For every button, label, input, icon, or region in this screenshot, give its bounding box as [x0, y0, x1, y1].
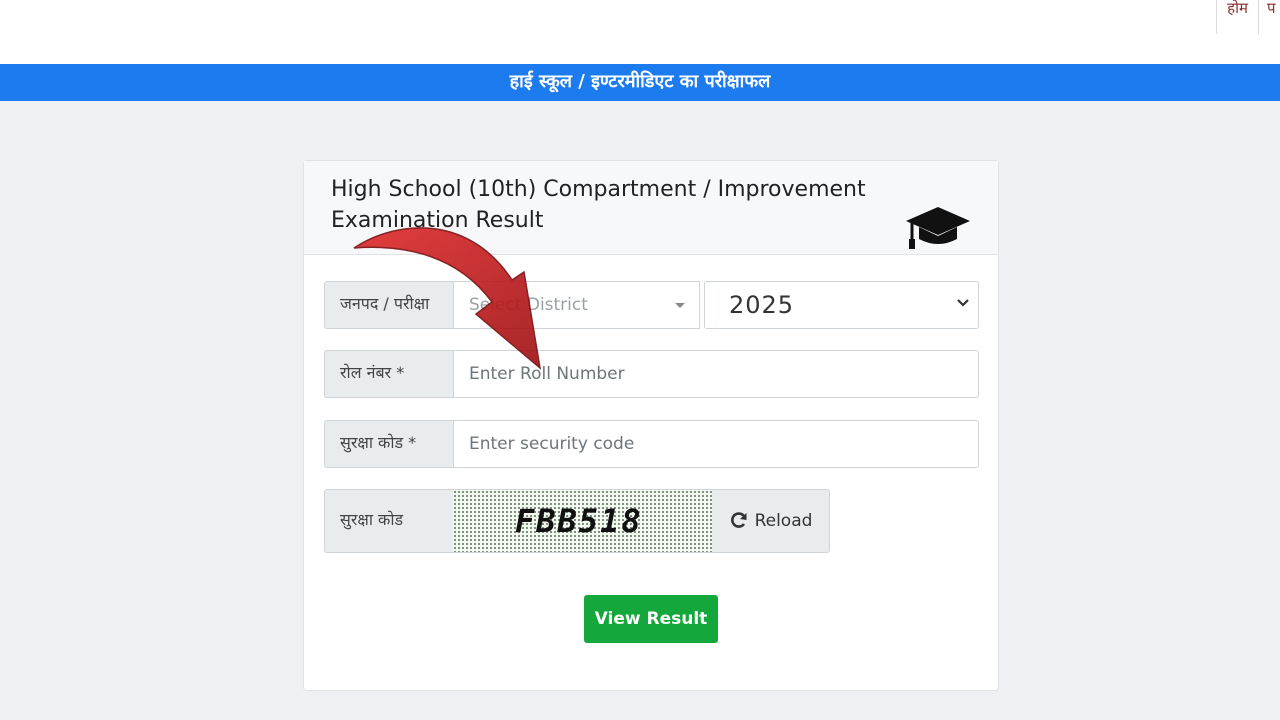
district-year-row: जनपद / परीक्षा Select District 2025: [324, 281, 979, 329]
roll-number-row: रोल नंबर *: [324, 350, 979, 398]
nav-next-link[interactable]: प: [1258, 0, 1280, 34]
nav-home-link[interactable]: होम: [1216, 0, 1258, 34]
view-result-button[interactable]: View Result: [584, 595, 718, 643]
graduation-cap-icon: [906, 207, 970, 249]
district-placeholder: Select District: [469, 295, 588, 315]
district-label: जनपद / परीक्षा: [324, 281, 453, 329]
page-banner: हाई स्कूल / इण्टरमीडिएट का परीक्षाफल: [0, 64, 1280, 101]
reload-label: Reload: [754, 511, 813, 531]
refresh-icon: [729, 510, 749, 533]
card-title: High School (10th) Compartment / Improve…: [331, 177, 866, 233]
year-value: 2025: [729, 291, 795, 319]
year-select[interactable]: 2025: [704, 281, 979, 329]
captcha-text: FBB518: [515, 502, 643, 540]
captcha-label: सुरक्षा कोड: [324, 489, 453, 553]
roll-number-input[interactable]: [453, 350, 979, 398]
result-form-card: High School (10th) Compartment / Improve…: [303, 160, 999, 691]
security-code-label: सुरक्षा कोड *: [324, 420, 453, 468]
captcha-row: सुरक्षा कोड FBB518 Reload: [324, 489, 830, 553]
caret-down-icon: [675, 303, 685, 308]
district-select[interactable]: Select District: [453, 281, 700, 329]
roll-number-label: रोल नंबर *: [324, 350, 453, 398]
card-header: High School (10th) Compartment / Improve…: [304, 161, 998, 255]
security-code-input[interactable]: [453, 420, 979, 468]
top-header: होम प: [0, 0, 1280, 65]
chevron-down-icon: [956, 296, 970, 313]
security-code-row: सुरक्षा कोड *: [324, 420, 979, 468]
captcha-image: FBB518: [453, 489, 712, 553]
top-nav: होम प: [1216, 0, 1280, 34]
reload-captcha-button[interactable]: Reload: [712, 489, 830, 553]
